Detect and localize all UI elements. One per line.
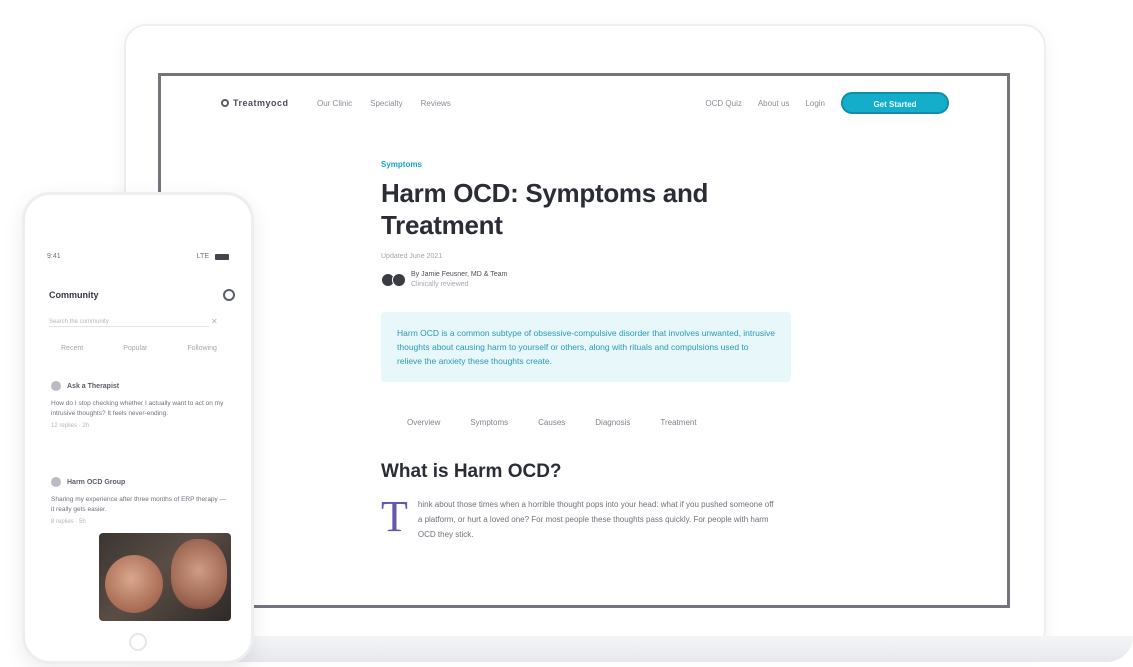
body-wrap: T hink about those times when a horrible…: [381, 492, 801, 542]
section-heading: What is Harm OCD?: [381, 461, 562, 482]
avatar: [392, 273, 406, 287]
author-avatars: [381, 273, 406, 287]
logo-icon: [221, 99, 229, 107]
toc-item-symptoms[interactable]: Symptoms: [470, 418, 508, 427]
photo-face: [171, 539, 227, 609]
toc-item-causes[interactable]: Causes: [538, 418, 565, 427]
menu-icon[interactable]: [223, 289, 235, 301]
status-carrier: LTE: [196, 253, 209, 260]
list-item[interactable]: Ask a Therapist How do I stop checking w…: [51, 381, 231, 429]
toc-item-treatment[interactable]: Treatment: [660, 418, 696, 427]
laptop-base: [120, 636, 1133, 662]
nav-link-reviews[interactable]: Reviews: [421, 99, 451, 108]
nav-link-about[interactable]: About us: [758, 99, 790, 108]
card-meta: 8 replies · 5h: [51, 519, 86, 525]
nav-link-quiz[interactable]: OCD Quiz: [705, 99, 741, 108]
avatar: [51, 477, 61, 487]
card-body: Sharing my experience after three months…: [51, 496, 227, 513]
community-photo: [99, 533, 231, 621]
nav-link-clinic[interactable]: Our Clinic: [317, 99, 352, 108]
card-head: Ask a Therapist: [51, 381, 231, 391]
phone-logo[interactable]: Community: [49, 290, 99, 300]
table-of-contents: Overview Symptoms Causes Diagnosis Treat…: [407, 418, 801, 427]
article-updated: Updated June 2021: [381, 253, 443, 260]
nav-links: Our Clinic Specialty Reviews: [317, 99, 451, 108]
tab-popular[interactable]: Popular: [123, 345, 147, 352]
phone-frame: 9:41 LTE Community Search the community …: [22, 192, 254, 664]
card-name: Harm OCD Group: [67, 478, 126, 486]
toc-item-diagnosis[interactable]: Diagnosis: [595, 418, 630, 427]
tab-following[interactable]: Following: [187, 345, 217, 352]
card-body: How do I stop checking whether I actuall…: [51, 400, 224, 417]
site-logo[interactable]: Treatmyocd: [221, 98, 289, 108]
desktop-screen: Treatmyocd Our Clinic Specialty Reviews …: [158, 73, 1010, 608]
phone-tabs: Recent Popular Following: [61, 345, 217, 352]
dropcap: T: [381, 492, 408, 541]
card-meta: 12 replies · 2h: [51, 423, 90, 429]
body-text: hink about those times when a horrible t…: [417, 500, 774, 539]
card-name: Ask a Therapist: [67, 382, 120, 390]
photo-face: [105, 555, 163, 613]
summary-box: Harm OCD is a common subtype of obsessiv…: [381, 312, 791, 382]
phone-header: Community: [49, 289, 235, 301]
phone-search-input[interactable]: Search the community: [49, 319, 209, 327]
nav-link-specialty[interactable]: Specialty: [370, 99, 402, 108]
article: Symptoms Harm OCD: Symptoms and Treatmen…: [381, 160, 801, 542]
status-time: 9:41: [47, 253, 61, 260]
nav-right: OCD Quiz About us Login Get Started: [705, 92, 949, 114]
status-right: LTE: [197, 253, 229, 260]
close-icon[interactable]: ✕: [211, 317, 218, 326]
home-button[interactable]: [129, 633, 147, 651]
list-item[interactable]: Harm OCD Group Sharing my experience aft…: [51, 477, 231, 525]
card-head: Harm OCD Group: [51, 477, 231, 487]
logo-text: Treatmyocd: [233, 98, 289, 108]
avatar: [51, 381, 61, 391]
battery-icon: [215, 253, 229, 260]
author-sub: Clinically reviewed: [411, 281, 469, 288]
author-info: By Jamie Feusner, MD & Team Clinically r…: [411, 270, 507, 290]
top-nav: Treatmyocd Our Clinic Specialty Reviews …: [161, 76, 1007, 130]
author-row: By Jamie Feusner, MD & Team Clinically r…: [381, 270, 801, 290]
nav-link-login[interactable]: Login: [805, 99, 825, 108]
status-bar: 9:41 LTE: [25, 253, 251, 260]
tab-recent[interactable]: Recent: [61, 345, 83, 352]
article-title: Harm OCD: Symptoms and Treatment: [381, 178, 709, 240]
get-started-button[interactable]: Get Started: [841, 92, 949, 114]
article-category[interactable]: Symptoms: [381, 160, 801, 169]
author-name[interactable]: By Jamie Feusner, MD & Team: [411, 270, 507, 280]
toc-item-overview[interactable]: Overview: [407, 418, 440, 427]
